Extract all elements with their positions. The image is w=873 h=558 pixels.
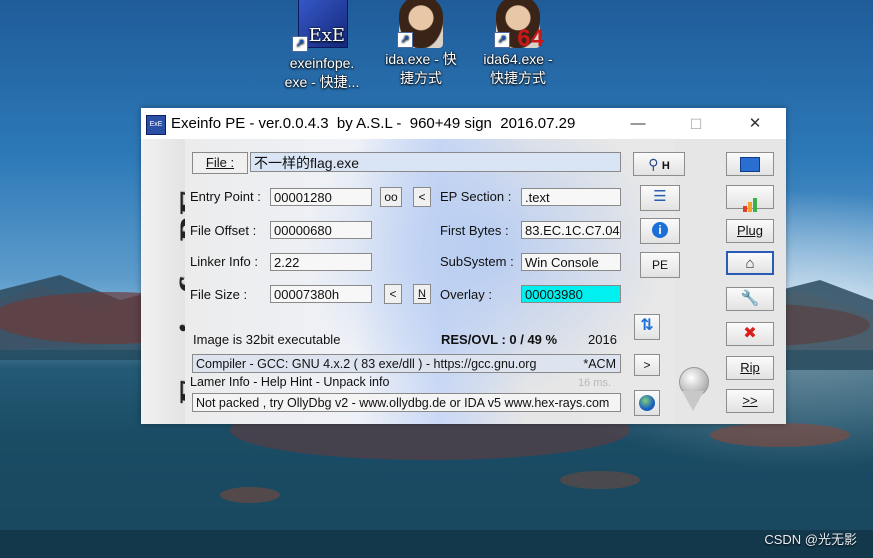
wrench-icon: 🔧 xyxy=(740,290,760,307)
desktop-icon-label-line1: ida64.exe - xyxy=(483,51,553,67)
res-ovl-text: RES/OVL : 0 / 49 % xyxy=(441,332,558,347)
close-button[interactable]: ✕ xyxy=(735,112,775,136)
ep-section-field[interactable]: .text xyxy=(521,188,621,206)
entry-point-prev-button[interactable]: < xyxy=(413,187,431,207)
desktop-icon-exeinfope[interactable]: ExE ↗ exeinfope. exe - 快捷... xyxy=(274,0,370,92)
entry-point-label: Entry Point : xyxy=(190,189,261,204)
exeinfope-icon: ExE ↗ xyxy=(292,0,350,52)
web-button[interactable] xyxy=(634,390,660,416)
title-bar[interactable]: ExE Exeinfo PE - ver.0.0.4.3 by A.S.L - … xyxy=(141,108,786,139)
open-file-button[interactable] xyxy=(726,152,774,176)
next-page-button[interactable]: >> xyxy=(726,389,774,413)
refresh-icon: ⇅ xyxy=(640,317,654,334)
next-compiler-button[interactable]: > xyxy=(634,354,660,376)
info-icon: i xyxy=(652,222,668,238)
compiler-text: Compiler - GCC: GNU 4.x.2 ( 83 exe/dll )… xyxy=(196,357,537,371)
csdn-watermark: CSDN @光无影 xyxy=(764,532,857,547)
exit-button[interactable]: ✖ xyxy=(726,322,774,346)
subsystem-label: SubSystem : xyxy=(440,254,514,269)
client-area: Exeinfo PE File : 不一样的flag.exe Entry Poi… xyxy=(141,139,786,424)
elapsed-time: 16 ms. xyxy=(578,377,612,389)
medal-ribbon-icon xyxy=(682,391,704,411)
first-bytes-field[interactable]: 83.EC.1C.C7.04 xyxy=(521,221,621,239)
desktop-icon-label-line2: exe - 快捷... xyxy=(284,74,360,90)
exeinfo-window: ExE Exeinfo PE - ver.0.0.4.3 by A.S.L - … xyxy=(141,108,786,424)
app-icon: ExE xyxy=(146,115,166,135)
refresh-button[interactable]: ⇅ xyxy=(634,314,660,340)
folder-icon xyxy=(740,157,760,172)
home-button[interactable]: ⌂ xyxy=(726,251,774,275)
year-text: 2016 xyxy=(588,332,617,347)
file-button[interactable]: File : xyxy=(192,152,248,174)
globe-icon xyxy=(639,395,655,411)
ida64-portrait-icon: 64 ↗ xyxy=(490,0,546,52)
file-offset-label: File Offset : xyxy=(190,223,257,238)
linker-info-field[interactable]: 2.22 xyxy=(270,253,372,271)
desktop-icon-ida64[interactable]: 64 ↗ ida64.exe - 快捷方式 xyxy=(470,0,566,88)
subsystem-field[interactable]: Win Console xyxy=(521,253,621,271)
window-title: Exeinfo PE - ver.0.0.4.3 by A.S.L - 960+… xyxy=(171,115,576,132)
desktop-icon-label-line2: 快捷方式 xyxy=(490,70,546,86)
compiler-tag: *ACM xyxy=(579,355,616,372)
file-size-field[interactable]: 00007380h xyxy=(270,285,372,303)
bar-chart-icon xyxy=(743,190,757,212)
packed-info-field[interactable]: Not packed , try OllyDbg v2 - www.ollydb… xyxy=(192,393,621,412)
plugins-button[interactable]: Plug xyxy=(726,219,774,243)
home-icon: ⌂ xyxy=(745,255,755,272)
lamer-info-text[interactable]: Lamer Info - Help Hint - Unpack info xyxy=(190,375,389,389)
entry-point-oo-button[interactable]: oo xyxy=(380,187,402,207)
first-bytes-label: First Bytes : xyxy=(440,223,509,238)
exeinfope-icon-badge: ExE xyxy=(308,25,345,46)
shortcut-arrow-icon: ↗ xyxy=(397,32,413,48)
file-path-field[interactable]: 不一样的flag.exe xyxy=(250,152,621,172)
ep-section-label: EP Section : xyxy=(440,189,512,204)
search-h-label: H xyxy=(661,160,670,172)
sections-icon: ☰ xyxy=(653,188,667,205)
file-size-prev-button[interactable]: < xyxy=(384,284,402,304)
shortcut-arrow-icon: ↗ xyxy=(494,32,510,48)
desktop-icon-ida[interactable]: ↗ ida.exe - 快 捷方式 xyxy=(373,0,469,88)
linker-info-label: Linker Info : xyxy=(190,254,258,269)
sections-button[interactable]: ☰ xyxy=(640,185,680,211)
stats-button[interactable] xyxy=(726,185,774,212)
file-size-label: File Size : xyxy=(190,287,248,302)
tools-button[interactable]: 🔧 xyxy=(726,287,774,311)
desktop-icon-label-line1: ida.exe - 快 xyxy=(385,51,457,67)
shortcut-arrow-icon: ↗ xyxy=(292,36,308,52)
info-button[interactable]: i xyxy=(640,218,680,244)
file-size-n-button[interactable]: N xyxy=(413,284,431,304)
maximize-button[interactable]: ☐ xyxy=(676,112,716,136)
magnifier-icon: ⚲ xyxy=(648,156,659,172)
file-offset-field[interactable]: 00000680 xyxy=(270,221,372,239)
overlay-field[interactable]: 00003980 xyxy=(521,285,621,303)
minimize-button[interactable]: — xyxy=(618,112,658,136)
red-x-icon: ✖ xyxy=(743,325,757,342)
rip-button[interactable]: Rip xyxy=(726,356,774,380)
image-bitness-text: Image is 32bit executable xyxy=(193,332,341,347)
search-h-button[interactable]: ⚲ H xyxy=(633,152,685,176)
compiler-field[interactable]: Compiler - GCC: GNU 4.x.2 ( 83 exe/dll )… xyxy=(192,354,621,373)
logo-strip: Exeinfo PE xyxy=(141,139,214,424)
entry-point-field[interactable]: 00001280 xyxy=(270,188,372,206)
desktop-icon-label-line1: exeinfope. xyxy=(289,55,355,71)
desktop-icon-label-line2: 捷方式 xyxy=(400,70,442,86)
pe-button[interactable]: PE xyxy=(640,252,680,278)
overlay-label: Overlay : xyxy=(440,287,493,302)
ida64-badge: 64 xyxy=(517,25,544,52)
ida-portrait-icon: ↗ xyxy=(393,0,449,48)
